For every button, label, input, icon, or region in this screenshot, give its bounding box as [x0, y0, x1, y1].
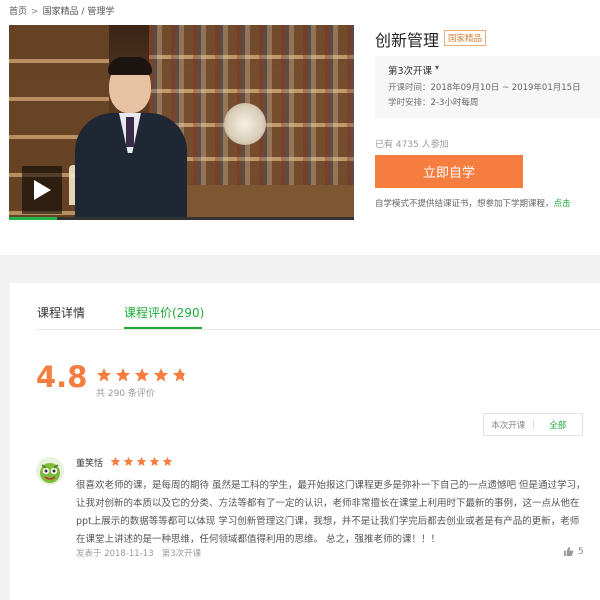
- review-filter: 本次开课 全部: [483, 413, 583, 436]
- review-meta: 发表于 2018-11-13 第3次开课: [76, 547, 201, 559]
- course-video[interactable]: [9, 25, 354, 220]
- star-icon: [115, 368, 131, 382]
- review-stars: [110, 456, 173, 467]
- review-term: 第3次开课: [161, 549, 202, 559]
- course-title: 创新管理: [375, 31, 440, 50]
- star-icon: [153, 368, 169, 382]
- term-time-label: 开课时间：: [388, 83, 431, 93]
- video-progress-bar[interactable]: [9, 217, 354, 220]
- review-text: 很喜欢老师的课，是每周的期待 虽然是工科的学生，最开始报这门课程更多是弥补一下自…: [76, 480, 586, 545]
- like-button[interactable]: 5: [563, 546, 584, 557]
- breadcrumb-category[interactable]: 国家精品 / 管理学: [43, 7, 115, 17]
- tab-course-details[interactable]: 课程详情: [37, 304, 85, 321]
- review-date: 发表于 2018-11-13: [76, 549, 154, 559]
- enrolled-count: 已有 4735 人参加: [375, 140, 449, 150]
- term-time-value: 2018年09月10日 ~ 2019年01月15日: [430, 83, 581, 93]
- star-icon: [149, 456, 160, 466]
- self-study-note-link[interactable]: 点击: [554, 199, 571, 209]
- star-icon: [110, 456, 121, 466]
- star-icon: [96, 368, 112, 382]
- play-button[interactable]: [22, 166, 62, 214]
- star-icon: [136, 456, 147, 466]
- star-icon: [134, 368, 150, 382]
- video-progress-fill: [9, 217, 58, 220]
- play-icon: [34, 180, 51, 200]
- filter-all[interactable]: 全部: [534, 419, 583, 431]
- review-count: 共 290 条评价: [96, 389, 155, 399]
- breadcrumb-home[interactable]: 首页: [9, 7, 27, 17]
- tab-course-reviews[interactable]: 课程评价(290): [124, 304, 204, 321]
- self-study-note-text: 自学模式不提供结课证书，想参加下学期课程，: [375, 199, 554, 209]
- thumbs-up-icon: [563, 546, 574, 557]
- presenter-tie: [126, 117, 134, 147]
- term-info-box: 第3次开课 ▾ 开课时间：2018年09月10日 ~ 2019年01月15日 学…: [375, 56, 600, 118]
- course-header: 首页 > 国家精品 / 管理学 创新管理 国家精品 第3次开课 ▾ 开课时间：201…: [0, 0, 600, 255]
- term-time: 开课时间：2018年09月10日 ~ 2019年01月15日: [388, 81, 581, 93]
- term-schedule-value: 2-3小时每周: [430, 98, 479, 108]
- chevron-down-icon[interactable]: ▾: [435, 63, 439, 72]
- star-icon: [172, 368, 188, 382]
- enroll-button[interactable]: 立即自学: [375, 155, 523, 188]
- rating-score: 4.8: [36, 360, 88, 394]
- term-schedule-label: 学时安排：: [388, 98, 431, 108]
- avatar-image: [40, 463, 60, 483]
- breadcrumb-separator: >: [31, 7, 39, 17]
- rating-stars: [96, 367, 188, 383]
- self-study-note: 自学模式不提供结课证书，想参加下学期课程，点击: [375, 197, 571, 209]
- filter-this-term[interactable]: 本次开课: [484, 419, 533, 431]
- wall-medallion: [224, 103, 266, 145]
- national-quality-badge: 国家精品: [444, 30, 487, 46]
- presenter-hair: [108, 57, 152, 75]
- course-tabs-card: 课程详情 课程评价(290) 4.8 共 290 条评价 本次开课 全部 董笑恬…: [10, 283, 600, 600]
- term-schedule: 学时安排：2-3小时每周: [388, 96, 478, 108]
- star-icon: [162, 456, 173, 466]
- review-author[interactable]: 董笑恬: [76, 456, 103, 469]
- tab-divider: [37, 329, 600, 330]
- desk: [179, 185, 354, 220]
- like-count: 5: [578, 546, 584, 557]
- term-selector[interactable]: 第3次开课: [388, 63, 432, 77]
- breadcrumb: 首页 > 国家精品 / 管理学: [9, 4, 114, 17]
- star-icon: [123, 456, 134, 466]
- avatar[interactable]: [36, 457, 64, 485]
